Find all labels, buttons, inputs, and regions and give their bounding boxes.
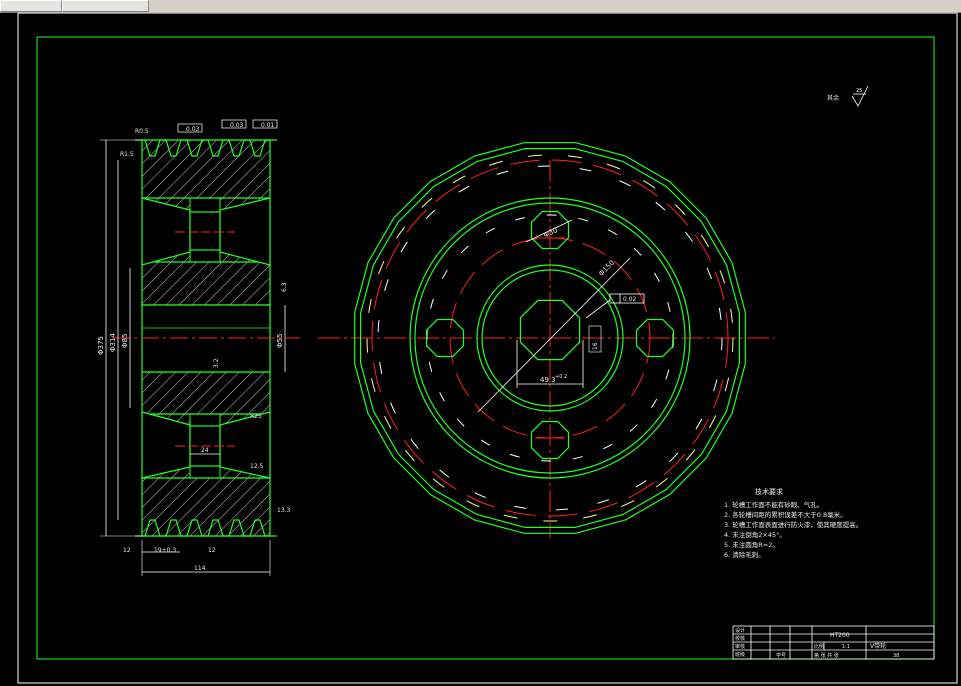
lightening-hole-section bbox=[189, 211, 221, 251]
radius-dim: R1.5 bbox=[120, 151, 134, 158]
hub-dia-dim: Φ85 bbox=[121, 334, 129, 348]
section-view: Φ375 Φ314 Φ85 Φ55 0.03 0.03 0.01 R0.5 R1… bbox=[97, 119, 300, 576]
rim-bottom-section bbox=[141, 477, 271, 537]
tb-sheet: 第 张 共 张 bbox=[814, 652, 839, 659]
toolbar-cell[interactable] bbox=[62, 0, 149, 12]
rim-top-section bbox=[141, 139, 271, 199]
key-dim: 13.3 bbox=[277, 507, 291, 514]
tech-item: 3. 轮槽工作面表面进行防火漆，使其硬度提高。 bbox=[724, 520, 862, 529]
tb-row: 设计 bbox=[735, 627, 745, 634]
tech-title: 技术要求 bbox=[755, 487, 783, 496]
pcd-leader bbox=[477, 257, 631, 413]
tb-material: HT200 bbox=[830, 632, 850, 639]
radius-dim: R0.5 bbox=[135, 128, 149, 135]
toolbar-cell[interactable] bbox=[0, 0, 62, 12]
tb-row: 班级 bbox=[735, 651, 745, 658]
tb-scale: 1:1 bbox=[842, 644, 850, 650]
width-dim: 114 bbox=[194, 565, 206, 572]
keyway-dim: 49.3 bbox=[540, 376, 556, 384]
tech-item: 2. 各轮槽间距的累积误差不大于0.8毫米。 bbox=[724, 510, 847, 519]
tb-scale-label: 比例 bbox=[814, 643, 824, 650]
key-width-dim: 16 bbox=[592, 342, 599, 350]
groove-edge-dim: 12 bbox=[208, 547, 216, 554]
keyway-tol: +0.2 bbox=[555, 374, 567, 380]
tech-item: 4. 未注倒角2×45°。 bbox=[724, 530, 786, 539]
bore-dim: Φ55 bbox=[276, 334, 284, 348]
gdt-value: 0.01 bbox=[261, 122, 275, 129]
roughness-label: 其余 bbox=[827, 94, 839, 102]
hub-top-section bbox=[141, 261, 271, 306]
surface-roughness-note: 其余 25 bbox=[827, 85, 869, 107]
groove-pitch-dim: 19±0.3 bbox=[154, 547, 176, 554]
inner-dia-dim: Φ314 bbox=[109, 333, 117, 352]
tb-student-no: 学号 bbox=[776, 652, 786, 659]
title-block-text: 设计 校核 审核 班级 学号 HT200 比例 1:1 V带轮 第 张 共 张 … bbox=[735, 627, 899, 659]
cad-drawing-canvas[interactable]: 49.3 +0.2 Φ150 Φ30 0.02 16 Φ375 Φ314 Φ85… bbox=[0, 12, 961, 686]
groove-edge-dim: 12 bbox=[123, 547, 131, 554]
tb-row: 审核 bbox=[735, 643, 745, 650]
web-dim: 24 bbox=[201, 447, 209, 454]
gdt-value: 0.03 bbox=[230, 122, 244, 129]
gdt-leader bbox=[585, 299, 611, 319]
tb-row: 校核 bbox=[735, 635, 745, 642]
tech-item: 5. 未注圆角R=2。 bbox=[724, 540, 779, 549]
hole-dia-dim: Φ30 bbox=[542, 226, 558, 239]
front-view: 49.3 +0.2 Φ150 Φ30 0.02 16 bbox=[318, 142, 775, 538]
outer-dia-dim: Φ375 bbox=[97, 336, 105, 355]
hub-bottom-section bbox=[141, 371, 271, 415]
roughness: 3.2 bbox=[213, 358, 220, 368]
tech-item: 6. 清除毛刺。 bbox=[724, 550, 765, 559]
roughness: 6.3 bbox=[281, 282, 288, 292]
gdt-value: 0.03 bbox=[186, 126, 200, 133]
tb-part-name: V带轮 bbox=[870, 642, 886, 650]
radius-dim: R25 bbox=[250, 413, 262, 420]
tech-requirements: 技术要求 1. 轮槽工作面不能有砂眼、气孔。 2. 各轮槽间距的累积误差不大于0… bbox=[724, 487, 862, 559]
roughness-value: 25 bbox=[856, 88, 862, 94]
tech-item: 1. 轮槽工作面不能有砂眼、气孔。 bbox=[724, 500, 823, 509]
roughness: 12.5 bbox=[250, 463, 264, 470]
gdt-value: 0.02 bbox=[623, 296, 637, 303]
tb-number: 38 bbox=[893, 653, 899, 659]
